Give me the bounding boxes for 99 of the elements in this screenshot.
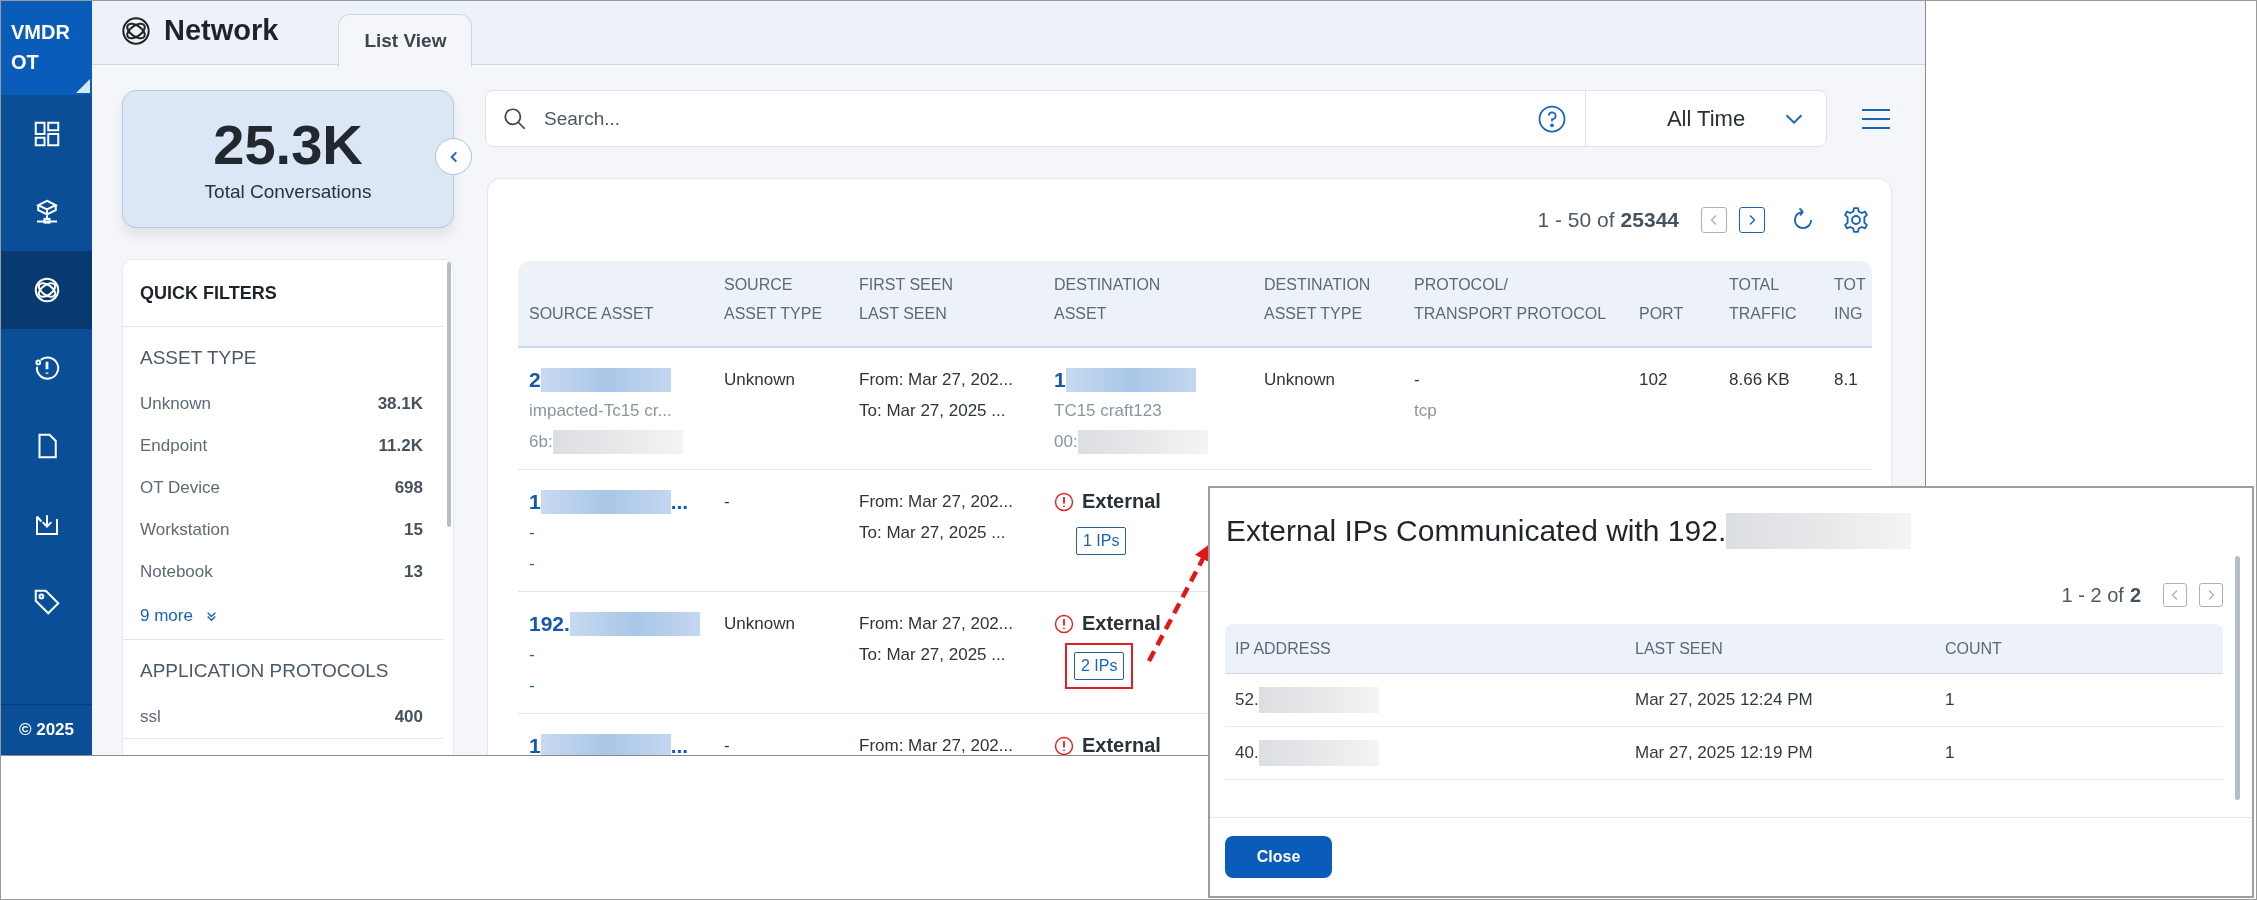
table-cell: To: Mar 27, 2025 ...	[859, 522, 1006, 543]
column-header: PORT	[1639, 304, 1685, 324]
product-name: VMDR	[11, 20, 70, 45]
table-cell[interactable]: 1	[529, 489, 541, 514]
table-cell: ...	[670, 489, 689, 514]
section-title: APPLICATION PROTOCOLS	[140, 659, 390, 683]
column-header: SOURCE ASSET	[529, 304, 655, 324]
warning-icon	[1054, 491, 1074, 512]
table-cell: TC15 craft123	[1054, 400, 1162, 421]
filter-item[interactable]: Unknown 38.1K	[140, 383, 423, 425]
table-cell[interactable]: -	[529, 644, 535, 665]
dialog-title: External IPs Communicated with 192.	[1226, 514, 1727, 548]
table-cell: To: Mar 27, 2025 ...	[859, 644, 1006, 665]
table-cell: impacted-Tc15 cr...	[529, 400, 672, 421]
table-cell: From: Mar 27, 202...	[859, 735, 1013, 755]
summary-value: 25.3K	[213, 113, 363, 177]
table-cell: From: Mar 27, 202...	[859, 369, 1013, 390]
table-cell: From: Mar 27, 202...	[859, 613, 1013, 634]
table-cell[interactable]: 192.	[529, 611, 570, 636]
nav-item[interactable]	[1, 251, 92, 329]
ip-count-button[interactable]: 1 IPs	[1076, 527, 1127, 555]
scrollbar[interactable]	[447, 262, 451, 527]
filter-item[interactable]: OT Device 698	[140, 467, 423, 509]
pagination-range: 1 - 2 of	[2061, 583, 2124, 607]
globe-icon	[120, 15, 152, 47]
product-name: OT	[11, 50, 39, 75]
column-header: ASSET TYPE	[1264, 304, 1364, 324]
search-field[interactable]: Search... All Time	[485, 90, 1827, 147]
column-header: ASSET	[1054, 304, 1108, 324]
column-header: TOTAL	[1729, 275, 1781, 295]
table-cell[interactable]: 2	[529, 367, 541, 392]
table-cell: -	[1414, 369, 1420, 390]
column-header: ING	[1834, 304, 1864, 324]
next-page-button[interactable]	[1739, 207, 1765, 233]
column-header: LAST SEEN	[859, 304, 948, 324]
pagination-total: 2	[2129, 583, 2141, 607]
summary-label: Total Conversations	[204, 181, 372, 203]
warning-icon	[1054, 613, 1074, 634]
column-header: ASSET TYPE	[724, 304, 824, 324]
table-cell: tcp	[1414, 400, 1437, 421]
table-cell: -	[724, 491, 730, 512]
filter-item[interactable]: Notebook 13	[140, 551, 423, 593]
pagination-total: 25344	[1620, 208, 1679, 232]
column-header: FIRST SEEN	[859, 275, 954, 295]
filter-item[interactable]: Endpoint 11.2K	[140, 425, 423, 467]
table-cell: External	[1082, 734, 1161, 755]
table-cell: Unknown	[1264, 369, 1335, 390]
table-cell: Unknown	[724, 369, 795, 390]
table-cell: To: Mar 27, 2025 ...	[859, 400, 1006, 421]
table-cell[interactable]: 1	[1054, 367, 1066, 392]
panel-title: QUICK FILTERS	[123, 260, 443, 327]
table-cell[interactable]: 1	[529, 733, 541, 755]
column-header: PROTOCOL/	[1414, 275, 1509, 295]
menu-icon[interactable]	[1860, 106, 1892, 131]
table-cell: External	[1082, 612, 1161, 635]
table-cell[interactable]: -	[529, 553, 535, 574]
section-title: ASSET TYPE	[140, 346, 258, 370]
table-cell: -	[724, 735, 730, 755]
table-cell: 40.	[1235, 743, 1259, 763]
table-cell: Mar 27, 2025 12:24 PM	[1635, 690, 1813, 710]
pagination-range: 1 - 50 of	[1537, 208, 1615, 232]
search-icon	[502, 105, 528, 132]
table-cell: 1	[1945, 743, 1955, 763]
brand-panel[interactable]: VMDR OT	[1, 1, 92, 95]
table-cell: External	[1082, 490, 1161, 513]
table-cell: 8.1	[1834, 369, 1858, 390]
column-header: TRAFFIC	[1729, 304, 1798, 324]
table-cell: 52.	[1235, 690, 1259, 710]
table-cell: Mar 27, 2025 12:19 PM	[1635, 743, 1813, 763]
table-cell: 6b:	[529, 431, 553, 452]
table-cell: 1	[1945, 690, 1955, 710]
settings-icon[interactable]	[1841, 205, 1871, 235]
filter-item[interactable]: Workstation 15	[140, 509, 423, 551]
column-header: DESTINATION	[1264, 275, 1372, 295]
table-cell[interactable]: -	[529, 522, 535, 543]
column-header: TRANSPORT PROTOCOL	[1414, 304, 1608, 324]
scrollbar[interactable]	[2235, 556, 2240, 800]
column-header: SOURCE	[724, 275, 794, 295]
show-more-link[interactable]: 9 more	[140, 593, 218, 639]
time-range-dropdown[interactable]: All Time	[1585, 91, 1826, 146]
column-header: IP ADDRESS	[1234, 639, 1332, 658]
ip-count-button[interactable]: 2 IPs	[1074, 652, 1125, 680]
column-header: LAST SEEN	[1634, 639, 1724, 658]
page-title: Network	[164, 14, 279, 47]
table-cell: 00:	[1054, 431, 1078, 452]
column-header: COUNT	[1944, 639, 2003, 658]
filter-item[interactable]: ssl 400	[140, 696, 423, 738]
close-button[interactable]: Close	[1225, 836, 1332, 878]
help-icon[interactable]	[1537, 103, 1567, 134]
table-cell[interactable]: -	[529, 675, 535, 696]
table-cell: Unknown	[724, 613, 795, 634]
table-cell: From: Mar 27, 202...	[859, 491, 1013, 512]
view-tab[interactable]: List View	[338, 14, 473, 67]
table-cell: 8.66 KB	[1729, 369, 1790, 390]
column-header: TOT	[1834, 275, 1867, 295]
warning-icon	[1054, 735, 1074, 755]
table-cell: 102	[1639, 369, 1668, 390]
column-header: DESTINATION	[1054, 275, 1162, 295]
table-cell: ...	[670, 733, 689, 755]
